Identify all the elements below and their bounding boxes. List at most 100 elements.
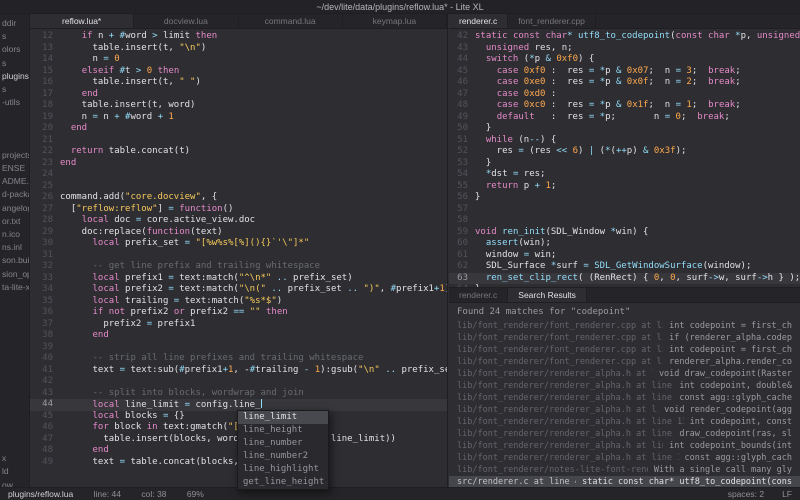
code-line[interactable]: 63 ren_set_clip_rect( (RenRect) { 0, 0, … xyxy=(449,272,800,284)
code-line[interactable]: 29 doc:replace(function(text) xyxy=(30,227,447,239)
code-line[interactable]: 32 -- get line prefix and trailing white… xyxy=(30,261,447,273)
code-line[interactable]: 17 end xyxy=(30,89,447,101)
sidebar-item[interactable]: son.build xyxy=(0,255,29,268)
code-line[interactable]: 24 xyxy=(30,169,447,181)
autocomplete-item[interactable]: get_line_height xyxy=(238,476,328,489)
code-line[interactable]: 49 default : res = *p; n = 0; break; xyxy=(449,112,800,124)
sidebar-item[interactable]: x xyxy=(0,453,29,466)
code-line[interactable]: 61 window = win; xyxy=(449,250,800,262)
sidebar-item[interactable]: ddir xyxy=(0,18,29,31)
sidebar-item[interactable]: ADME.md xyxy=(0,176,29,189)
code-line[interactable]: 41 text = text:sub(#prefix1+1, -#trailin… xyxy=(30,365,447,377)
code-line[interactable]: 50 } xyxy=(449,123,800,135)
code-line[interactable]: 30 local prefix_set = "[%w%s%[%](){}`'\"… xyxy=(30,238,447,250)
code-line[interactable]: 22 return table.concat(t) xyxy=(30,146,447,158)
code-line[interactable]: 39 xyxy=(30,342,447,354)
search-result-row[interactable]: lib/font_renderer/renderer_alpha.h at li… xyxy=(449,452,800,464)
code-line[interactable]: 21 xyxy=(30,135,447,147)
code-line[interactable]: 62 SDL_Surface *surf = SDL_GetWindowSurf… xyxy=(449,261,800,273)
code-line[interactable]: 43 unsigned res, n; xyxy=(449,43,800,55)
tab-command-lua[interactable]: command.lua xyxy=(239,14,343,28)
sidebar-item[interactable]: or.txt xyxy=(0,216,29,229)
code-line[interactable]: 37 prefix2 = prefix1 xyxy=(30,319,447,331)
tab-renderer-c[interactable]: renderer.c xyxy=(449,14,509,28)
code-line[interactable]: 56} xyxy=(449,192,800,204)
code-line[interactable]: 55 return p + 1; xyxy=(449,181,800,193)
code-line[interactable]: 19 n = n + #word + 1 xyxy=(30,112,447,124)
sidebar-item[interactable]: plugins xyxy=(0,71,29,84)
search-result-row[interactable]: lib/font_renderer/renderer_alpha.h at li… xyxy=(449,428,800,440)
search-result-row[interactable]: lib/font_renderer/renderer_alpha.h at li… xyxy=(449,440,800,452)
search-result-row[interactable]: lib/font_renderer/notes-lite-font-render… xyxy=(449,464,800,476)
code-line[interactable]: 59 void ren_init(SDL_Window *win) { xyxy=(449,227,800,239)
code-line[interactable]: 46 case 0xe0 : res = *p & 0x0f; n = 2; b… xyxy=(449,77,800,89)
sidebar-item[interactable]: ENSE xyxy=(0,163,29,176)
search-result-row[interactable]: lib/font_renderer/font_renderer.cpp at l… xyxy=(449,356,800,368)
code-line[interactable]: 33 local prefix1 = text:match("^\n*" .. … xyxy=(30,273,447,285)
code-line[interactable]: 53 } xyxy=(449,158,800,170)
search-result-row[interactable]: lib/font_renderer/renderer_alpha.h at li… xyxy=(449,416,800,428)
sidebar-item[interactable]: sion_options.txt xyxy=(0,269,29,282)
tab-reflow-lua[interactable]: reflow.lua* xyxy=(30,14,135,28)
sidebar-item[interactable]: s xyxy=(0,58,29,71)
search-result-row[interactable]: lib/font_renderer/font_renderer.cpp at l… xyxy=(449,332,800,344)
code-line[interactable]: 42 xyxy=(30,376,447,388)
sidebar-item[interactable]: angelog.md xyxy=(0,203,29,216)
autocomplete-item[interactable]: line_highlight xyxy=(238,463,328,476)
code-line[interactable]: 45 case 0xf0 : res = *p & 0x07; n = 3; b… xyxy=(449,66,800,78)
code-line[interactable]: 12 if n + #word > limit then xyxy=(30,31,447,43)
code-line[interactable]: 25 xyxy=(30,181,447,193)
autocomplete-item[interactable]: line_number2 xyxy=(238,450,328,463)
code-line[interactable]: 35 local trailing = text:match("%s*$") xyxy=(30,296,447,308)
code-line[interactable]: 20 end xyxy=(30,123,447,135)
code-line[interactable]: 48 case 0xc0 : res = *p & 0x1f; n = 1; b… xyxy=(449,100,800,112)
sidebar-item[interactable]: olors xyxy=(0,44,29,57)
code-line[interactable]: 23 end xyxy=(30,158,447,170)
code-line[interactable]: 57 xyxy=(449,204,800,216)
code-line[interactable]: 38 end xyxy=(30,330,447,342)
code-line[interactable]: 60 assert(win); xyxy=(449,238,800,250)
autocomplete-item[interactable]: line_number xyxy=(238,437,328,450)
code-line[interactable]: 36 if not prefix2 or prefix2 == "" then xyxy=(30,307,447,319)
sidebar-item[interactable]: ns.inl xyxy=(0,242,29,255)
sidebar-item[interactable]: ow xyxy=(0,480,29,487)
code-line[interactable]: 31 xyxy=(30,250,447,262)
search-result-row[interactable]: lib/font_renderer/renderer_alpha.h at li… xyxy=(449,404,800,416)
code-line[interactable]: 44 switch (*p & 0xf0) { xyxy=(449,54,800,66)
search-result-row[interactable]: lib/font_renderer/font_renderer.cpp at l… xyxy=(449,344,800,356)
code-line[interactable]: 64} xyxy=(449,284,800,287)
code-line[interactable]: 42 static const char* utf8_to_codepoint(c… xyxy=(449,31,800,43)
code-line[interactable]: 27 ["reflow:reflow"] = function() xyxy=(30,204,447,216)
code-line[interactable]: 58 xyxy=(449,215,800,227)
code-line[interactable]: 54 *dst = res; xyxy=(449,169,800,181)
sidebar-item[interactable]: s xyxy=(0,31,29,44)
tab-font-renderer-cpp[interactable]: font_renderer.cpp xyxy=(508,14,596,28)
code-line[interactable]: 47 case 0xd0 : xyxy=(449,89,800,101)
code-line[interactable]: 44 local line_limit = config.line_ xyxy=(30,399,447,411)
code-line[interactable]: 40 -- strip all line prefixes and traili… xyxy=(30,353,447,365)
code-line[interactable]: 28 local doc = core.active_view.doc xyxy=(30,215,447,227)
code-line[interactable]: 13 table.insert(t, "\n") xyxy=(30,43,447,55)
code-line[interactable]: 52 res = (res << 6) | (*(++p) & 0x3f); xyxy=(449,146,800,158)
sidebar-item[interactable]: n.ico xyxy=(0,229,29,242)
code-line[interactable]: 34 local prefix2 = text:match("\n(" .. p… xyxy=(30,284,447,296)
search-result-row[interactable]: lib/font_renderer/renderer_alpha.h at li… xyxy=(449,368,800,380)
sidebar-item[interactable]: projects xyxy=(0,150,29,163)
code-line[interactable]: 43 -- split into blocks, wordwrap and jo… xyxy=(30,388,447,400)
sidebar-item[interactable]: d-packages.sh xyxy=(0,189,29,202)
autocomplete-item[interactable]: line_height xyxy=(238,424,328,437)
right-code-view[interactable]: 42 static const char* utf8_to_codepoint(c… xyxy=(449,29,800,287)
code-line[interactable]: 16 table.insert(t, " ") xyxy=(30,77,447,89)
search-result-row[interactable]: lib/font_renderer/renderer_alpha.h at li… xyxy=(449,380,800,392)
tab-search-results[interactable]: Search Results xyxy=(508,288,587,302)
tab-keymap-lua[interactable]: keymap.lua xyxy=(343,14,447,28)
sidebar-item[interactable]: -utils xyxy=(0,97,29,110)
code-line[interactable]: 18 table.insert(t, word) xyxy=(30,100,447,112)
sidebar-item[interactable]: ld xyxy=(0,466,29,479)
code-line[interactable]: 14 n = 0 xyxy=(30,54,447,66)
tab-docview-lua[interactable]: docview.lua xyxy=(134,14,239,28)
autocomplete-item[interactable]: line_limit xyxy=(238,411,328,424)
tab-renderer-c[interactable]: renderer.c xyxy=(449,288,509,302)
sidebar-item[interactable]: ta-lite-xl-for-1.16 xyxy=(0,282,29,295)
search-result-row[interactable]: src/renderer.c at line 42 (col 28): stat… xyxy=(449,476,800,487)
